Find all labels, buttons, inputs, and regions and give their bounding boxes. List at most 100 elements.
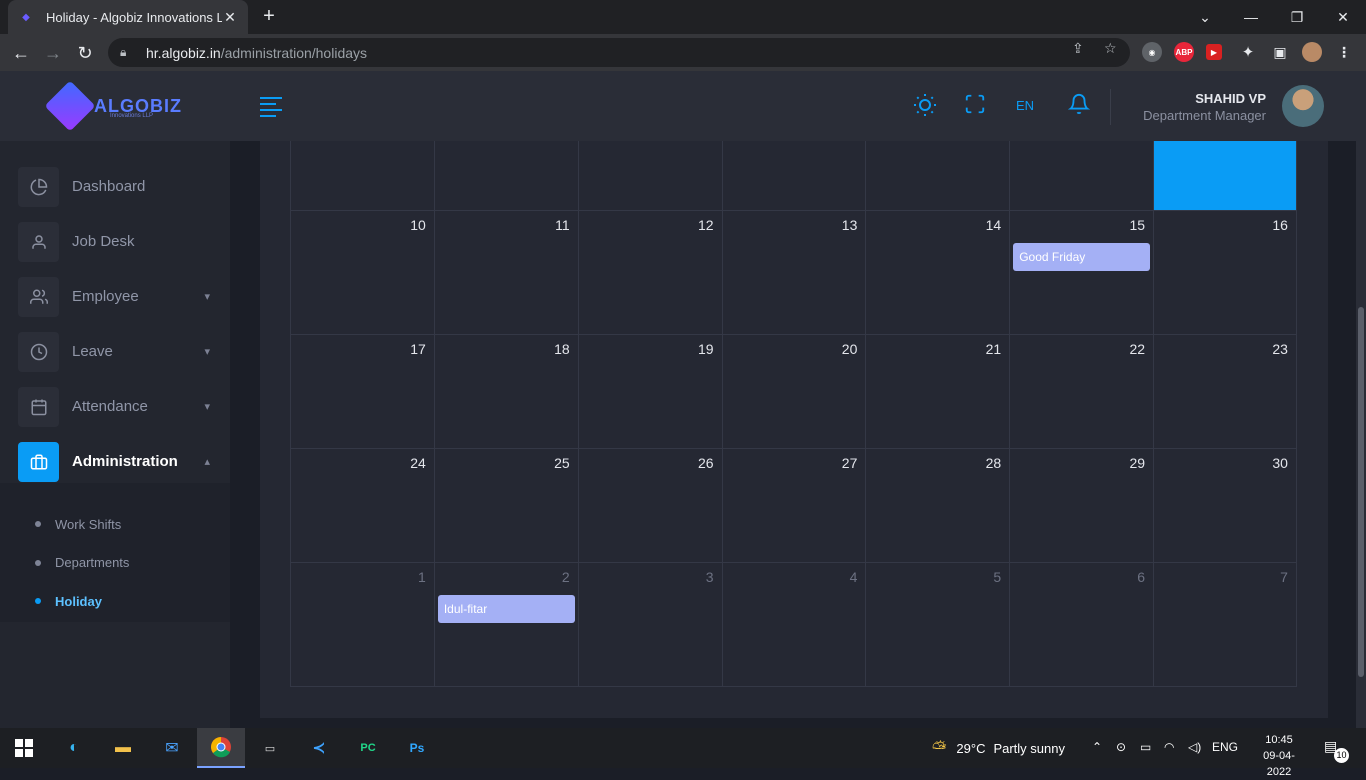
restore-button[interactable]: ❐: [1274, 0, 1320, 34]
calendar-day-cell[interactable]: [577, 141, 722, 210]
calendar-day-cell[interactable]: 6: [1009, 563, 1153, 686]
calendar-day-cell[interactable]: 25: [433, 449, 578, 562]
sidebar-item-job-desk[interactable]: Job Desk: [0, 214, 230, 269]
calendar-day-cell[interactable]: 12: [577, 211, 722, 334]
chrome-icon[interactable]: [197, 728, 245, 768]
reload-button[interactable]: ↻: [72, 40, 98, 66]
forward-button[interactable]: →: [40, 40, 66, 66]
calendar-day-cell[interactable]: [721, 141, 866, 210]
battery-icon[interactable]: ▭: [1140, 740, 1151, 754]
calendar-day-cell[interactable]: [290, 141, 434, 210]
sidebar-item-dashboard[interactable]: Dashboard: [0, 159, 230, 214]
vscode-icon[interactable]: ≺: [295, 728, 343, 768]
menu-toggle-icon[interactable]: [260, 97, 282, 121]
notification-count-badge: 10: [1334, 748, 1349, 763]
day-number: 30: [1272, 455, 1288, 471]
address-bar[interactable]: 🔒︎ hr.algobiz.in/administration/holidays: [108, 38, 1130, 67]
calendar-day-cell[interactable]: 5: [865, 563, 1009, 686]
volume-icon[interactable]: ◁): [1188, 740, 1201, 754]
adblock-plus-icon[interactable]: ABP: [1174, 42, 1194, 62]
submenu-item-departments[interactable]: Departments: [0, 544, 230, 583]
calendar-day-cell[interactable]: 15 Good Friday: [1009, 211, 1153, 334]
calendar-day-cell[interactable]: 28: [865, 449, 1009, 562]
calendar-day-cell[interactable]: 19: [577, 335, 722, 448]
calendar-day-cell[interactable]: 16: [1153, 211, 1297, 334]
browser-menu-icon[interactable]: ⋮: [1334, 42, 1354, 62]
submenu-item-holiday[interactable]: Holiday: [0, 582, 230, 621]
calendar-day-cell[interactable]: 30: [1153, 449, 1297, 562]
calendar-day-cell[interactable]: 10: [290, 211, 434, 334]
bell-icon[interactable]: [1067, 93, 1091, 121]
fullscreen-icon[interactable]: [964, 93, 986, 121]
pycharm-icon[interactable]: PC: [344, 728, 392, 768]
calendar-day-cell[interactable]: [1009, 141, 1153, 210]
sun-icon[interactable]: [913, 93, 937, 123]
calendar-day-cell[interactable]: [865, 141, 1009, 210]
language-selector[interactable]: EN: [1016, 98, 1034, 113]
calendar-day-cell[interactable]: [1153, 141, 1297, 210]
calendar-day-cell[interactable]: 4: [721, 563, 866, 686]
share-icon[interactable]: ⇪: [1072, 40, 1084, 57]
calendar-day-cell[interactable]: 18: [433, 335, 578, 448]
side-panel-icon[interactable]: ▣: [1270, 42, 1290, 62]
tab-close-icon[interactable]: ✕: [222, 9, 238, 26]
calendar-day-cell[interactable]: 1: [290, 563, 434, 686]
new-tab-button[interactable]: +: [258, 6, 280, 28]
calendar-card: 10 11 12 13 14 15 Good Friday 16 17 18 19 20 21 22 23 2…: [260, 141, 1328, 718]
calendar-day-cell[interactable]: 3: [577, 563, 722, 686]
calendar-day-cell[interactable]: 17: [290, 335, 434, 448]
weather-widget[interactable]: ⛅︎ 29°C Partly sunny: [932, 738, 1065, 759]
calendar-day-cell[interactable]: [433, 141, 578, 210]
browser-tab[interactable]: ◆ Holiday - Algobiz Innovations LLP ✕: [8, 0, 248, 34]
extension-incognito-icon[interactable]: ◉: [1142, 42, 1162, 62]
extension-red-icon[interactable]: ▶: [1206, 44, 1222, 60]
start-button[interactable]: [0, 728, 48, 768]
bullet-icon: [35, 598, 41, 605]
input-language[interactable]: ENG: [1212, 740, 1238, 754]
day-number: 18: [554, 341, 570, 357]
sidebar-item-administration[interactable]: Administration ▴: [0, 434, 230, 489]
brand-logo[interactable]: ALGOBIZ Innovations LLP: [0, 71, 230, 141]
edge-icon[interactable]: ◐: [50, 728, 98, 768]
file-explorer-icon[interactable]: ▬: [99, 728, 147, 768]
user-name[interactable]: SHAHID VP: [1195, 91, 1266, 106]
close-window-button[interactable]: ✕: [1320, 0, 1366, 34]
calendar-day-cell[interactable]: 7: [1153, 563, 1297, 686]
calendar-day-cell[interactable]: 23: [1153, 335, 1297, 448]
holiday-event[interactable]: Good Friday: [1013, 243, 1151, 271]
meet-now-icon[interactable]: ⊙: [1116, 740, 1126, 754]
calendar-day-cell[interactable]: 14: [865, 211, 1009, 334]
wifi-icon[interactable]: ◠: [1164, 740, 1174, 754]
sidebar-item-leave[interactable]: Leave ▾: [0, 324, 230, 379]
chevron-up-icon[interactable]: ⌃: [1092, 740, 1102, 754]
calendar-day-cell[interactable]: 20: [721, 335, 866, 448]
scrollbar-thumb[interactable]: [1358, 307, 1364, 677]
sidebar-item-employee[interactable]: Employee ▾: [0, 269, 230, 324]
submenu-item-work-shifts[interactable]: Work Shifts: [0, 505, 230, 544]
calendar-day-cell[interactable]: 13: [721, 211, 866, 334]
user-avatar[interactable]: [1282, 85, 1324, 127]
back-button[interactable]: ←: [8, 40, 34, 66]
system-clock[interactable]: 10:45 09-04-2022: [1256, 732, 1302, 780]
photoshop-icon[interactable]: Ps: [393, 728, 441, 768]
bookmark-star-icon[interactable]: ☆: [1104, 40, 1117, 57]
calendar-day-cell[interactable]: 26: [577, 449, 722, 562]
calendar-day-cell[interactable]: 27: [721, 449, 866, 562]
holiday-event[interactable]: Idul-fitar: [437, 595, 575, 623]
calendar-day-cell[interactable]: 29: [1009, 449, 1153, 562]
extensions-puzzle-icon[interactable]: ✦: [1238, 42, 1258, 62]
page-scrollbar[interactable]: [1356, 71, 1366, 728]
calendar-day-cell[interactable]: 22: [1009, 335, 1153, 448]
calendar-day-cell[interactable]: 11: [433, 211, 578, 334]
chevron-down-icon: ▾: [204, 401, 210, 413]
terminal-icon[interactable]: ▭: [246, 728, 294, 768]
mail-icon[interactable]: ✉: [148, 728, 196, 768]
sidebar-item-attendance[interactable]: Attendance ▾: [0, 379, 230, 434]
minimize-button[interactable]: —: [1228, 0, 1274, 34]
calendar-day-cell[interactable]: 2 Idul-fitar: [433, 563, 578, 686]
lock-icon[interactable]: 🔒︎: [120, 45, 138, 60]
profile-avatar[interactable]: [1302, 42, 1322, 62]
calendar-day-cell[interactable]: 21: [865, 335, 1009, 448]
tab-search-icon[interactable]: ⌄: [1182, 0, 1228, 34]
calendar-day-cell[interactable]: 24: [290, 449, 434, 562]
